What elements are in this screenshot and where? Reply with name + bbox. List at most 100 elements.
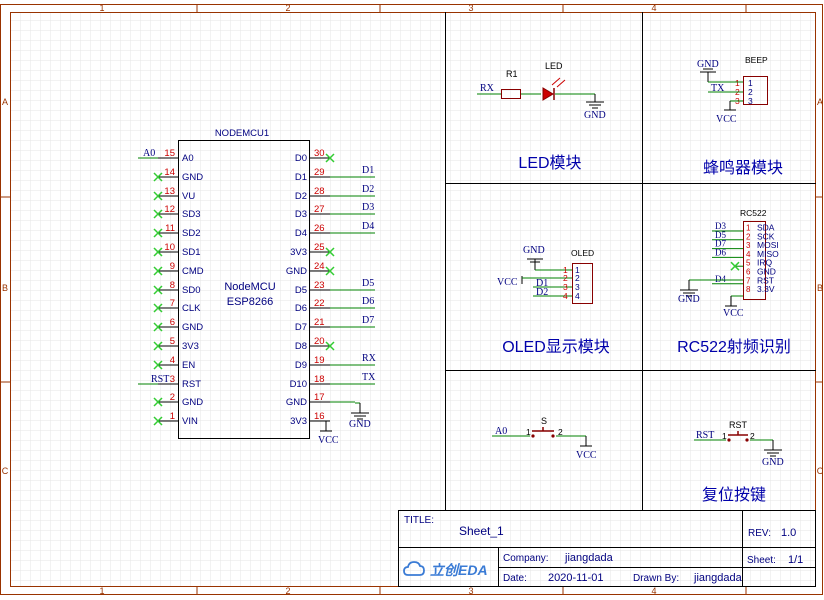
mcu-pin-number: 5: [170, 336, 175, 347]
sheet-value: 1/1: [788, 554, 803, 566]
led-gnd-label: GND: [584, 110, 606, 121]
mcu-pin-number: 20: [314, 336, 325, 347]
switch-s-vcc: VCC: [576, 450, 597, 461]
beep-gnd-label: GND: [697, 59, 719, 70]
mcu-name-1: NodeMCU: [224, 281, 275, 293]
mcu-pin-name: D8: [295, 341, 307, 352]
mcu-pin-number: 7: [170, 298, 175, 309]
mcu-pin-number: 25: [314, 242, 325, 253]
oled-ref: OLED: [571, 248, 594, 258]
rc522-pin-number: 2: [746, 232, 751, 241]
mcu-pin-name: D0: [295, 153, 307, 164]
title-value: Sheet_1: [459, 524, 504, 538]
mcu-pin-name: D4: [295, 228, 307, 239]
col-label-3-bottom: 3: [468, 586, 473, 596]
section-title-oled: OLED显示模块: [502, 338, 610, 356]
rev-label: REV:: [748, 528, 771, 539]
mcu-pin-number: 6: [170, 317, 175, 328]
row-label-a: A: [2, 97, 8, 107]
rc522-net-label: D6: [715, 247, 726, 257]
col-label-4-bottom: 4: [651, 586, 656, 596]
drawn-value: jiangdada: [693, 572, 743, 584]
mcu-pin-number: 27: [314, 204, 325, 215]
mcu-pin-name: EN: [182, 360, 195, 371]
mcu-pin-name: GND: [182, 172, 203, 183]
mcu-ref: NODEMCU1: [215, 128, 269, 139]
rc522-net-label: D4: [715, 274, 726, 284]
mcu-pin-number: 16: [314, 411, 325, 422]
oled-pinlabel-4: 4: [575, 291, 580, 301]
mcu-pin-name: D2: [295, 191, 307, 202]
col-label-4: 4: [651, 3, 656, 13]
mcu-net-label: D4: [362, 221, 374, 232]
rc522-gnd-label: GND: [678, 294, 700, 305]
drawn-label: Drawn By:: [633, 573, 679, 584]
mcu-pin-number: 3: [170, 374, 175, 385]
mcu-pin-name: GND: [286, 397, 307, 408]
mcu-pin-number: 12: [164, 204, 175, 215]
mcu-pin-number: 26: [314, 223, 325, 234]
mcu-gnd-label: GND: [349, 419, 371, 430]
mcu-pin-number: 13: [164, 186, 175, 197]
mcu-pin-name: GND: [182, 322, 203, 333]
mcu-net-label: D6: [362, 296, 374, 307]
row-label-c-right: C: [817, 466, 824, 476]
mcu-net-label: D7: [362, 315, 374, 326]
mcu-pin-name: RST: [182, 379, 201, 390]
switch-s-ref: S: [541, 416, 547, 426]
rc522-pin-number: 1: [746, 224, 751, 233]
mcu-pin-number: 21: [314, 317, 325, 328]
rc522-pin-number: 6: [746, 268, 751, 277]
rc522-pin-number: 7: [746, 276, 751, 285]
mcu-pin-name: SD2: [182, 228, 200, 239]
mcu-pin-name: CMD: [182, 266, 204, 277]
date-value: 2020-11-01: [548, 572, 603, 584]
company-value: jiangdada: [564, 552, 614, 564]
mcu-net-label: RST: [151, 374, 169, 385]
mcu-pin-number: 30: [314, 148, 325, 159]
mcu-net-label: A0: [143, 148, 155, 159]
mcu-pin-number: 15: [164, 148, 175, 159]
mcu-pin-name: VIN: [182, 416, 198, 427]
rc522-vcc-label: VCC: [723, 308, 744, 319]
mcu-pin-name: SD3: [182, 209, 200, 220]
col-label-1: 1: [99, 3, 104, 13]
mcu-pin-name: 3V3: [182, 341, 199, 352]
row-label-b-right: B: [817, 283, 823, 293]
row-label-a-right: A: [817, 97, 823, 107]
beep-ref: BEEP: [745, 55, 768, 65]
mcu-pin-name: A0: [182, 153, 194, 164]
mcu-pin-name: D1: [295, 172, 307, 183]
led-net-rx: RX: [480, 83, 495, 94]
col-label-2-bottom: 2: [285, 586, 290, 596]
mcu-pin-name: GND: [286, 266, 307, 277]
mcu-pin-name: D6: [295, 303, 307, 314]
mcu-pin-number: 9: [170, 261, 175, 272]
switch-s-pin1: 1: [526, 427, 531, 437]
switch-s-net: A0: [495, 426, 507, 437]
mcu-pin-name: CLK: [182, 303, 201, 314]
mcu-pin-number: 8: [170, 280, 175, 291]
schematic-sheet: 1 2 3 4 1 2 3 4 A B C A B C LED模块 蜂鸣器模块 …: [0, 3, 824, 596]
mcu-pin-name: SD0: [182, 285, 200, 296]
mcu-pin-number: 18: [314, 374, 325, 385]
rc522-ref: RC522: [740, 208, 767, 218]
mcu-net-label: D2: [362, 184, 374, 195]
section-title-led: LED模块: [518, 154, 581, 172]
mcu-pin-name: D5: [295, 285, 307, 296]
rc522-pin-number: 4: [746, 250, 751, 259]
switch-rst-ref: RST: [729, 420, 748, 430]
mcu-net-label: D3: [362, 202, 374, 213]
mcu-pin-number: 10: [164, 242, 175, 253]
col-label-3: 3: [468, 3, 473, 13]
oled-gnd-label: GND: [523, 245, 545, 256]
mcu-name-2: ESP8266: [227, 296, 273, 308]
mcu-pin-name: 3V3: [290, 416, 307, 427]
mcu-pin-number: 1: [170, 411, 175, 422]
mcu-pin-number: 28: [314, 186, 325, 197]
mcu-net-label: D5: [362, 278, 374, 289]
switch-rst-net: RST: [696, 430, 714, 441]
mcu-pin-number: 29: [314, 167, 325, 178]
oled-pin-4: 4: [563, 291, 568, 301]
mcu-pin-number: 11: [165, 223, 175, 234]
